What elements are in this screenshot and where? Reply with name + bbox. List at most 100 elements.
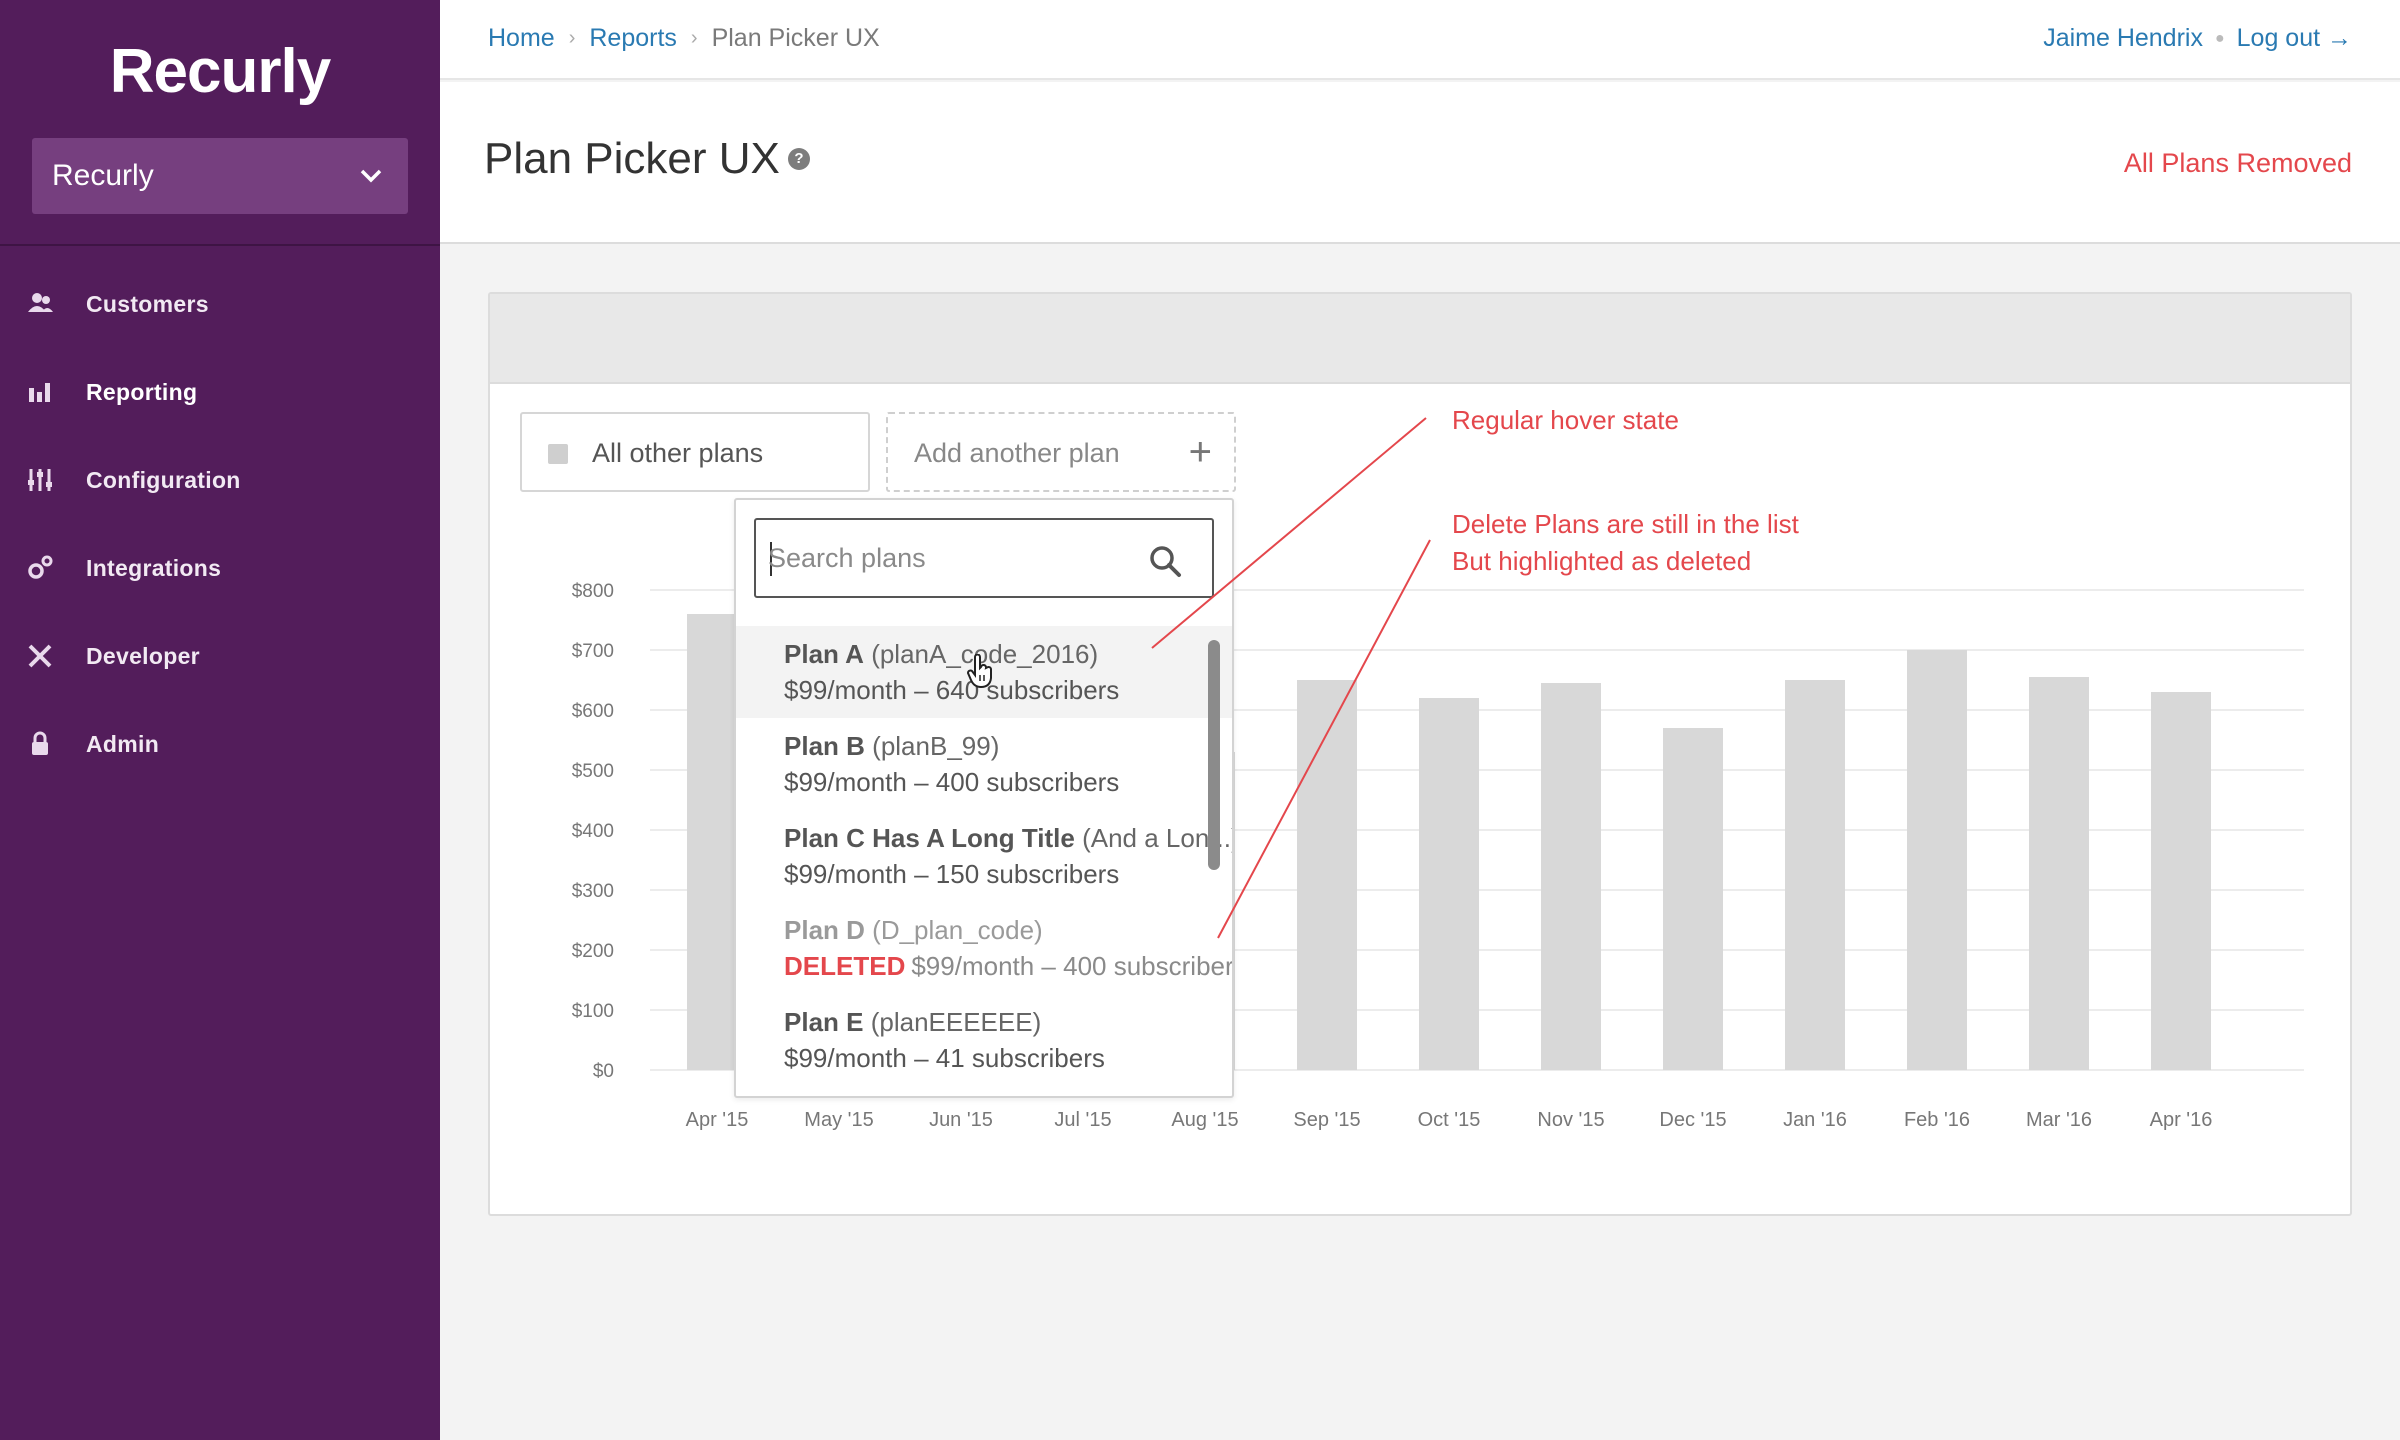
- chart-bar[interactable]: [2029, 677, 2089, 1070]
- breadcrumb-current: Plan Picker UX: [711, 24, 880, 52]
- chart-bar[interactable]: [2151, 692, 2211, 1070]
- plan-option-b[interactable]: Plan B (planB_99) $99/month – 400 subscr…: [736, 718, 1232, 810]
- breadcrumb-separator-icon: ›: [568, 27, 576, 49]
- chart-bar[interactable]: [1907, 650, 1967, 1070]
- add-another-plan-button[interactable]: Add another plan +: [886, 412, 1236, 492]
- y-tick-label: $0: [593, 1061, 614, 1082]
- hover-annotation: Regular hover state: [1452, 405, 1679, 435]
- add-plan-label: Add another plan: [914, 438, 1120, 468]
- user-menu: Jaime Hendrix ● Log out →: [2043, 24, 2352, 53]
- plan-option-name: Plan C Has A Long Title: [784, 823, 1075, 853]
- deleted-badge: DELETED: [784, 951, 906, 981]
- plan-option-detail: $99/month – 150 subscribers: [784, 859, 1120, 889]
- y-tick-label: $700: [572, 641, 614, 662]
- plan-option-title: Plan B (planB_99): [784, 728, 1232, 764]
- plan-option-d-deleted[interactable]: Plan D (D_plan_code) DELETED $99/month – …: [736, 902, 1234, 994]
- chart-bar[interactable]: [1297, 680, 1357, 1070]
- plan-option-name: Plan D: [784, 915, 865, 945]
- sidebar-item-customers[interactable]: Customers: [0, 260, 440, 348]
- sidebar-item-label: Integrations: [86, 554, 222, 581]
- plan-option-title: Plan D (D_plan_code): [784, 912, 1232, 948]
- x-tick-label: Jun '15: [929, 1109, 993, 1131]
- breadcrumb-reports-link[interactable]: Reports: [589, 24, 677, 53]
- sidebar-item-admin[interactable]: Admin: [0, 700, 440, 788]
- plan-option-detail: $99/month – 640 subscribers: [784, 675, 1120, 705]
- plan-option-detail: $99/month – 41 subscribers: [784, 1043, 1105, 1073]
- breadcrumb-home-link[interactable]: Home: [488, 24, 555, 53]
- plans-removed-status: All Plans Removed: [2123, 148, 2352, 178]
- y-tick-label: $500: [572, 761, 614, 782]
- x-tick-label: Apr '15: [686, 1109, 749, 1131]
- plan-option-detail: $99/month – 400 subscribers: [784, 767, 1120, 797]
- plan-option-title: Plan E (planEEEEEE): [784, 1004, 1232, 1040]
- sidebar-item-integrations[interactable]: Integrations: [0, 524, 440, 612]
- dropdown-scrollbar[interactable]: [1208, 640, 1220, 870]
- plan-option-e[interactable]: Plan E (planEEEEEE) $99/month – 41 subsc…: [736, 994, 1232, 1086]
- sidebar-nav: Customers Reporting Configuration Integr…: [0, 260, 440, 788]
- sidebar-item-label: Developer: [86, 642, 200, 669]
- chart-bar[interactable]: [1785, 680, 1845, 1070]
- x-tick-label: Dec '15: [1659, 1109, 1726, 1131]
- help-icon[interactable]: ?: [788, 148, 810, 170]
- separator-dot-icon: ●: [2214, 29, 2225, 47]
- plan-option-title: Plan A (planA_code_2016): [784, 636, 1232, 672]
- sidebar-item-configuration[interactable]: Configuration: [0, 436, 440, 524]
- admin-lock-icon: [32, 731, 48, 755]
- sidebar-item-label: Configuration: [86, 466, 241, 493]
- hand-pointer-cursor-icon: [966, 654, 992, 689]
- user-name-link[interactable]: Jaime Hendrix: [2043, 24, 2203, 53]
- y-tick-label: $100: [572, 1001, 614, 1022]
- chart-bar[interactable]: [1419, 698, 1479, 1070]
- plan-chip-label: All other plans: [592, 438, 764, 468]
- x-tick-label: Jul '15: [1054, 1109, 1111, 1131]
- sidebar-item-label: Admin: [86, 730, 160, 757]
- plan-search-input[interactable]: [768, 534, 1128, 582]
- x-tick-label: Aug '15: [1171, 1109, 1238, 1131]
- x-tick-label: May '15: [804, 1109, 873, 1131]
- plan-option-detail-text: $99/month – 400 subscribers: [911, 951, 1234, 981]
- sidebar-item-developer[interactable]: Developer: [0, 612, 440, 700]
- chart-bar[interactable]: [1541, 683, 1601, 1070]
- plan-option-code: (D_plan_code): [872, 915, 1043, 945]
- breadcrumb-separator-icon: ›: [690, 27, 698, 49]
- customers-icon: [28, 293, 53, 312]
- plan-search-box[interactable]: [754, 518, 1214, 598]
- breadcrumb: Home › Reports › Plan Picker UX: [488, 24, 880, 53]
- integrations-icon: [28, 555, 53, 579]
- account-selector-label: Recurly: [52, 159, 154, 192]
- account-selector[interactable]: Recurly: [32, 138, 408, 214]
- plan-option-title: Plan C Has A Long Title (And a Lon...): [784, 820, 1232, 856]
- y-tick-label: $400: [572, 821, 614, 842]
- plan-option-name: Plan E: [784, 1007, 864, 1037]
- x-tick-label: Jan '16: [1783, 1109, 1847, 1131]
- chart-bar[interactable]: [1663, 728, 1723, 1070]
- developer-icon: [28, 644, 52, 668]
- plan-chip-all-other-plans[interactable]: All other plans: [520, 412, 870, 492]
- sidebar-item-label: Reporting: [86, 378, 198, 405]
- sidebar-item-label: Customers: [86, 290, 209, 317]
- plan-option-c[interactable]: Plan C Has A Long Title (And a Lon...) $…: [736, 810, 1232, 902]
- x-tick-label: Oct '15: [1418, 1109, 1481, 1131]
- logout-link[interactable]: Log out →: [2237, 24, 2352, 53]
- y-tick-label: $300: [572, 881, 614, 902]
- plus-icon: +: [1188, 430, 1212, 474]
- configuration-icon: [28, 469, 52, 491]
- plan-option-list: Plan A (planA_code_2016) $99/month – 640…: [736, 626, 1234, 1086]
- x-tick-label: Mar '16: [2026, 1109, 2092, 1131]
- x-tick-label: Apr '16: [2150, 1109, 2213, 1131]
- plan-option-code: (planB_99): [872, 731, 1000, 761]
- chevron-down-icon: [360, 169, 382, 183]
- plan-option-name: Plan A: [784, 639, 864, 669]
- sidebar-item-reporting[interactable]: Reporting: [0, 348, 440, 436]
- x-tick-label: Nov '15: [1537, 1109, 1604, 1131]
- plan-option-code: (planEEEEEE): [870, 1007, 1042, 1037]
- y-tick-label: $800: [572, 581, 614, 602]
- plan-color-swatch: [548, 444, 568, 464]
- reporting-icon: [29, 383, 50, 402]
- x-tick-label: Feb '16: [1904, 1109, 1970, 1131]
- y-tick-label: $600: [572, 701, 614, 722]
- search-icon[interactable]: [1148, 544, 1182, 578]
- plan-picker-dropdown: Plan A (planA_code_2016) $99/month – 640…: [734, 498, 1234, 1098]
- page-title: Plan Picker UX: [484, 134, 780, 183]
- recurly-logo[interactable]: Recurly: [0, 36, 440, 107]
